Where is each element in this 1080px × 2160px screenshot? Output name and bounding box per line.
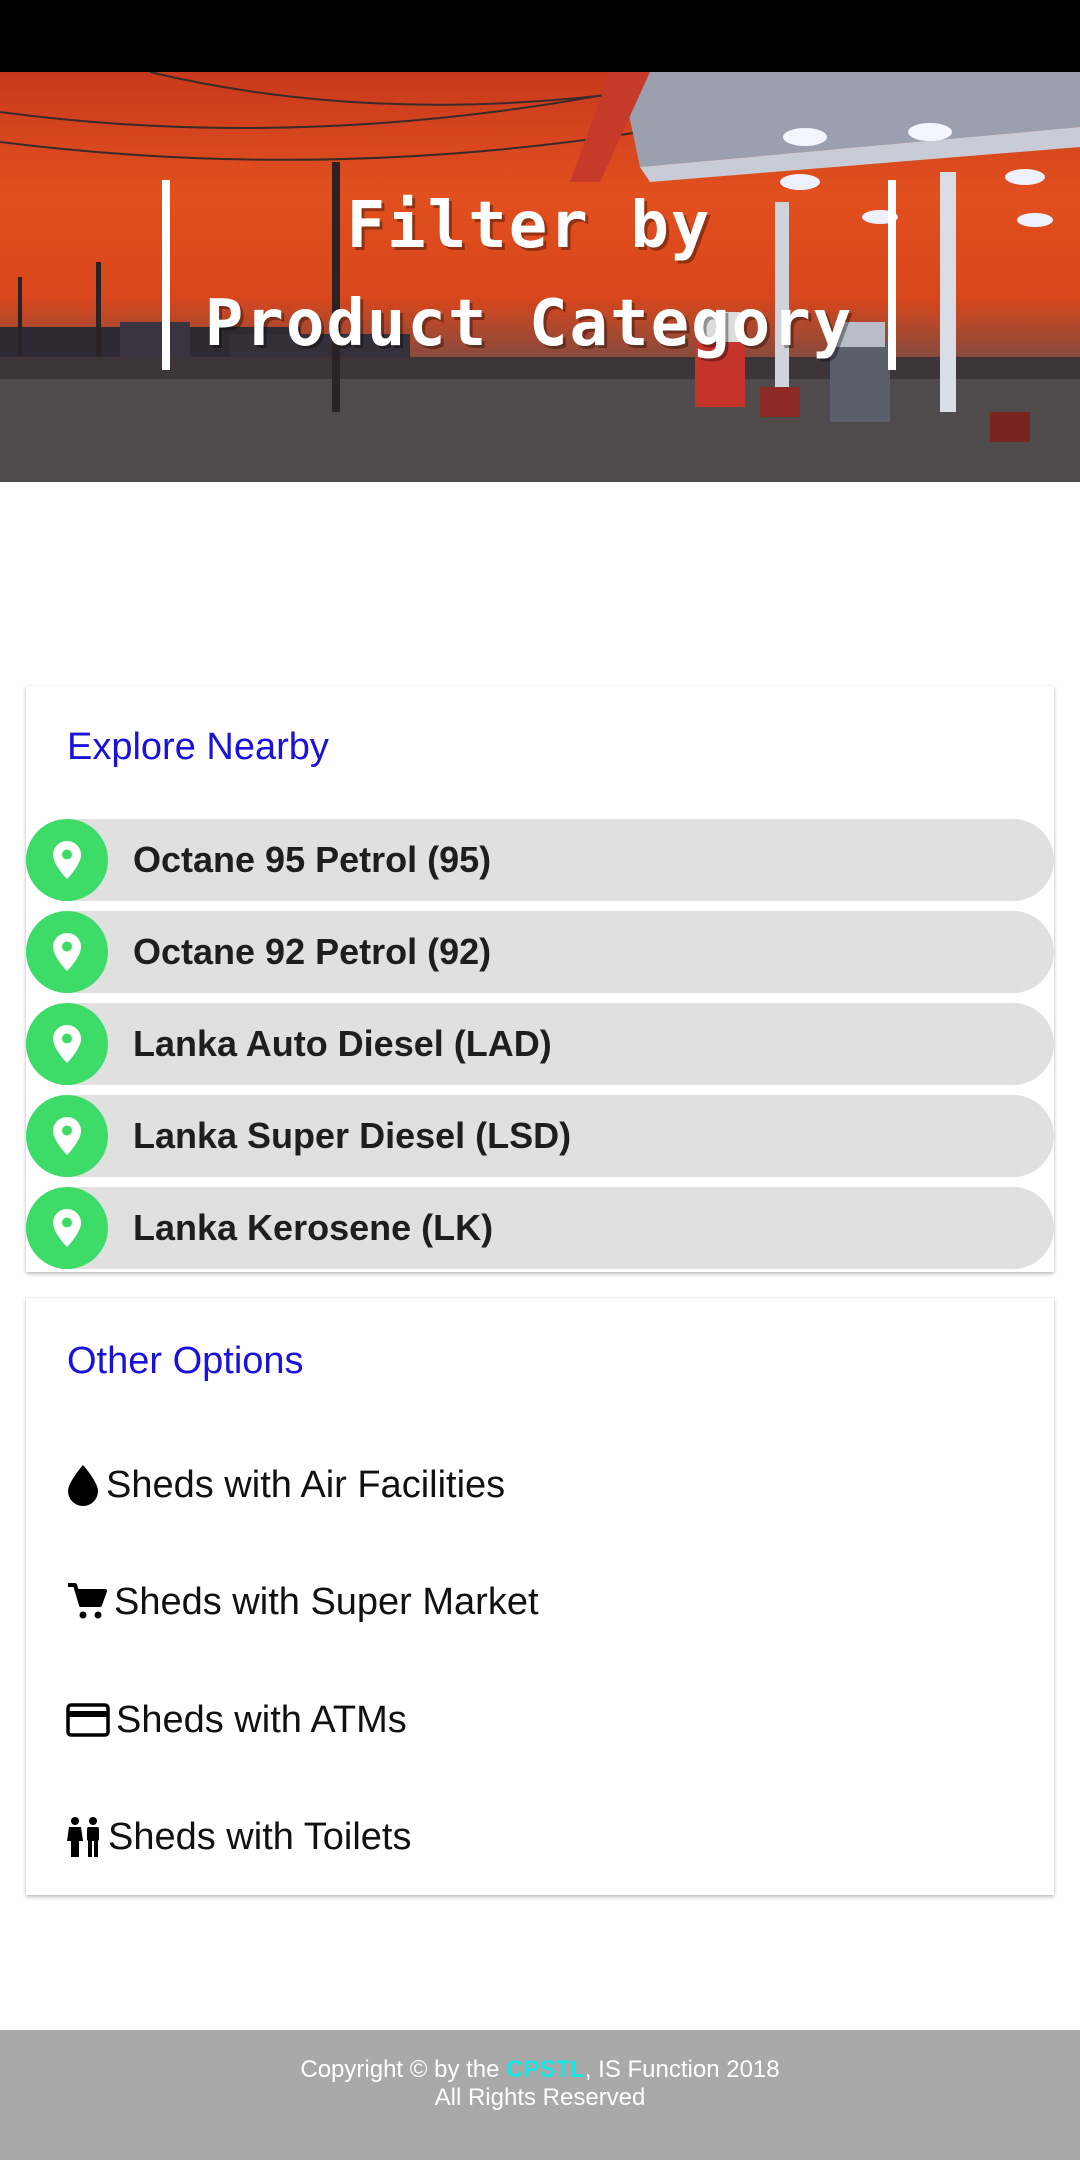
drop-icon xyxy=(66,1464,100,1506)
rights-line: All Rights Reserved xyxy=(434,2084,646,2111)
product-item-octane-95[interactable]: Octane 95 Petrol (95) xyxy=(26,819,1054,901)
map-pin-icon xyxy=(26,819,108,901)
explore-nearby-title: Explore Nearby xyxy=(67,726,329,768)
product-item-lanka-auto-diesel[interactable]: Lanka Auto Diesel (LAD) xyxy=(26,1003,1054,1085)
product-label: Lanka Super Diesel (LSD) xyxy=(133,1115,572,1156)
option-label: Sheds with ATMs xyxy=(116,1698,407,1741)
product-item-lanka-super-diesel[interactable]: Lanka Super Diesel (LSD) xyxy=(26,1095,1054,1177)
shopping-cart-icon xyxy=(66,1582,108,1622)
status-bar xyxy=(0,0,1080,72)
restroom-icon xyxy=(66,1816,102,1858)
hero-banner: Filter by Product Category xyxy=(0,72,1080,482)
product-label: Lanka Kerosene (LK) xyxy=(133,1207,494,1248)
option-toilets[interactable]: Sheds with Toilets xyxy=(66,1807,411,1867)
product-item-lanka-kerosene[interactable]: Lanka Kerosene (LK) xyxy=(26,1187,1054,1269)
footer: Copyright © by the CPSTL, IS Function 20… xyxy=(0,2030,1080,2160)
explore-nearby-card: Explore Nearby Octane 95 Petrol (95) Oct… xyxy=(26,686,1054,1272)
product-label: Lanka Auto Diesel (LAD) xyxy=(133,1023,552,1064)
product-item-octane-92[interactable]: Octane 92 Petrol (92) xyxy=(26,911,1054,993)
option-atms[interactable]: Sheds with ATMs xyxy=(66,1690,407,1750)
option-label: Sheds with Air Facilities xyxy=(106,1463,506,1506)
other-options-card: Other Options Sheds with Air Facilities … xyxy=(26,1298,1054,1895)
map-pin-icon xyxy=(26,1003,108,1085)
credit-card-icon xyxy=(66,1703,110,1737)
product-label: Octane 92 Petrol (92) xyxy=(133,931,492,972)
option-label: Sheds with Super Market xyxy=(114,1580,539,1623)
copyright-prefix: Copyright © by the xyxy=(300,2056,507,2083)
brand-name: CPSTL xyxy=(506,2056,585,2083)
hero-title: Filter by Product Category xyxy=(162,180,896,370)
map-pin-icon xyxy=(26,911,108,993)
option-air-facilities[interactable]: Sheds with Air Facilities xyxy=(66,1455,505,1515)
copyright-suffix: , IS Function 2018 xyxy=(584,2056,780,2083)
other-options-title: Other Options xyxy=(67,1340,304,1382)
map-pin-icon xyxy=(26,1187,108,1269)
option-super-market[interactable]: Sheds with Super Market xyxy=(66,1572,539,1632)
copyright-line: Copyright © by the CPSTL, IS Function 20… xyxy=(0,2056,1080,2084)
option-label: Sheds with Toilets xyxy=(108,1815,412,1858)
product-label: Octane 95 Petrol (95) xyxy=(133,839,492,880)
map-pin-icon xyxy=(26,1095,108,1177)
